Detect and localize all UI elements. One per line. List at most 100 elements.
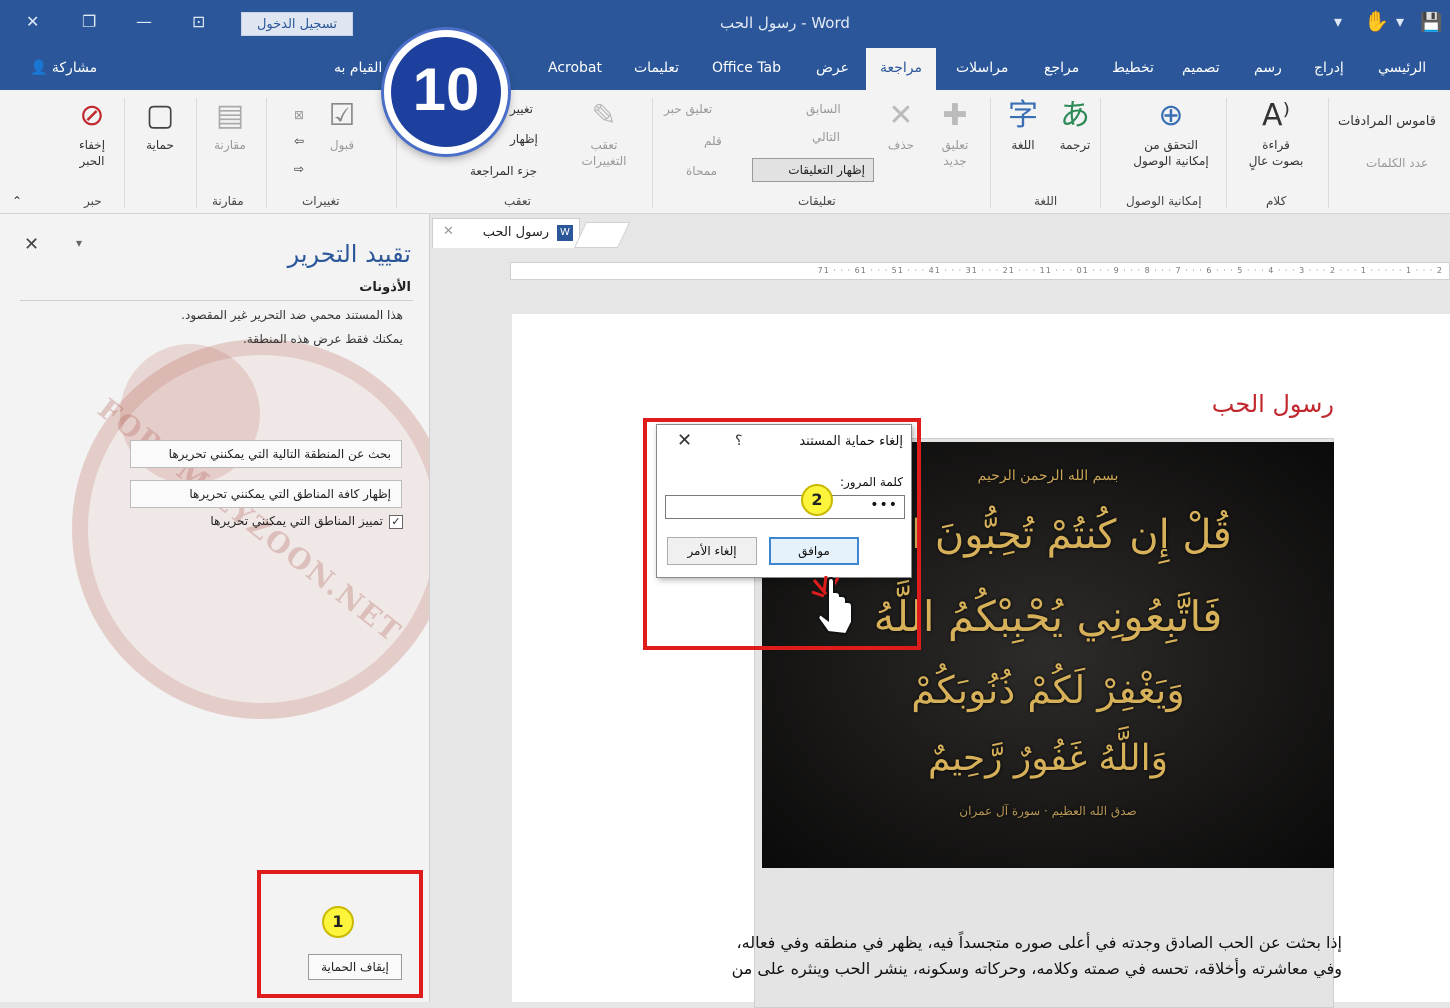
word-doc-icon: W <box>557 225 573 241</box>
ribbon-tabs: 👤 مشاركة القيام به Acrobat تعليمات Offic… <box>0 48 1450 90</box>
hide-ink-button[interactable]: ⊘ إخفاء الحبر <box>62 98 122 169</box>
tell-me-box[interactable]: القيام به <box>334 60 382 76</box>
translate-button[interactable]: あ ترجمة <box>1048 98 1102 154</box>
hand-cursor-icon <box>811 575 853 636</box>
document-tabs: ✕ رسول الحب W <box>430 214 1450 248</box>
speech-group-label: كلام <box>1266 194 1287 208</box>
accessibility-group-label: إمكانية الوصول <box>1126 194 1202 208</box>
compare-group-label: مقارنة <box>212 194 244 208</box>
dropdown-icon[interactable]: ▾ <box>1396 12 1404 31</box>
customize-qat-icon[interactable]: ▾ <box>1334 12 1342 31</box>
comments-group-label: تعليقات <box>798 194 836 208</box>
divider <box>20 300 413 301</box>
ribbon-display-icon[interactable]: ⊡ <box>192 12 205 31</box>
highlight-regions-option[interactable]: ✓ تمييز المناطق التي يمكنني تحريرها <box>210 514 403 529</box>
group-separator <box>990 98 991 208</box>
tab-layout[interactable]: تخطيط <box>1112 60 1154 76</box>
tab-office-tab[interactable]: Office Tab <box>712 60 781 76</box>
title-bar: ✕ ❐ — ⊡ تسجيل الدخول رسول الحب - Word ▾ … <box>0 0 1450 48</box>
highlight-box-dialog <box>643 418 921 650</box>
sign-in-button[interactable]: تسجيل الدخول <box>241 12 353 36</box>
check-accessibility-button[interactable]: ⊕ التحقق من إمكانية الوصول <box>1112 98 1230 169</box>
find-next-region-button[interactable]: بحث عن المنطقة التالية التي يمكنني تحرير… <box>130 440 402 468</box>
track-changes-icon: ✎ <box>591 98 617 133</box>
group-separator <box>652 98 653 208</box>
eraser-button[interactable]: ممحاة <box>686 164 717 178</box>
close-icon[interactable]: ✕ <box>24 234 39 255</box>
new-comment-icon: ✚ <box>942 98 968 133</box>
tab-draw[interactable]: رسم <box>1254 60 1282 76</box>
show-all-regions-button[interactable]: إظهار كافة المناطق التي يمكنني تحريرها <box>130 480 402 508</box>
pane-options-icon[interactable]: ▾ <box>76 236 82 250</box>
body-line: وفي معاشرته وأخلاقه، تحسه في صمته وكلامه… <box>731 959 1342 978</box>
collapse-ribbon-icon[interactable]: ⌃ <box>12 194 22 208</box>
delete-comment-button[interactable]: ✕ حذف <box>876 98 926 154</box>
tab-home[interactable]: الرئيسي <box>1378 60 1426 76</box>
close-icon[interactable]: ✕ <box>26 12 39 31</box>
tab-references[interactable]: مراجع <box>1044 60 1079 76</box>
tab-mailings[interactable]: مراسلات <box>956 60 1008 76</box>
previous-comment-button[interactable]: السابق <box>806 102 841 116</box>
close-tab-icon[interactable]: ✕ <box>443 224 454 239</box>
translate-icon: あ <box>1060 98 1090 133</box>
step-1-marker: 1 <box>322 906 354 938</box>
verse-line-3: وَيَغْفِرْ لَكُمْ ذُنُوبَكُمْ <box>911 668 1185 712</box>
window-title: رسول الحب - Word <box>720 14 850 32</box>
tab-design[interactable]: تصميم <box>1182 60 1220 76</box>
language-icon: 字 <box>1008 98 1038 133</box>
highlight-checkbox[interactable]: ✓ <box>389 514 403 529</box>
group-separator <box>196 98 197 208</box>
pane-title: تقييد التحرير <box>287 240 411 268</box>
step-2-marker: 2 <box>801 484 833 516</box>
protect-button[interactable]: ▢ حماية <box>136 98 184 154</box>
verse-source: صدق الله العظيم · سورة آل عمران <box>959 804 1137 818</box>
minimize-icon[interactable]: — <box>136 12 152 31</box>
changes-group-label: تغييرات <box>302 194 340 208</box>
language-button[interactable]: 字 اللغة <box>996 98 1050 154</box>
share-button[interactable]: 👤 مشاركة <box>30 60 97 76</box>
tracking-group-label: تعقب <box>504 194 531 208</box>
accept-button[interactable]: ☑ قبول <box>322 98 362 154</box>
ink-comment-button[interactable]: تعليق حبر <box>664 102 712 116</box>
permissions-heading: الأذونات <box>359 280 411 295</box>
group-separator <box>266 98 267 208</box>
highlight-label: تمييز المناطق التي يمكنني تحريرها <box>210 514 383 528</box>
protection-note-2: يمكنك فقط عرض هذه المنطقة. <box>242 332 403 346</box>
word-count-button[interactable]: عدد الكلمات <box>1366 156 1428 170</box>
compare-button[interactable]: ▤ مقارنة <box>204 98 256 154</box>
thesaurus-button[interactable]: قاموس المرادفات <box>1338 114 1436 129</box>
tab-view[interactable]: عرض <box>816 60 849 76</box>
read-aloud-icon: A⁾ <box>1262 98 1290 133</box>
verse-line-4: وَاللَّهُ غَفُورٌ رَّحِيمٌ <box>928 738 1168 779</box>
new-comment-button[interactable]: ✚ تعليق جديد <box>928 98 982 169</box>
tab-acrobat[interactable]: Acrobat <box>548 60 602 76</box>
hide-ink-icon: ⊘ <box>79 98 105 133</box>
next-change-icon[interactable]: ⇨ <box>294 162 304 176</box>
document-tab-label: رسول الحب <box>482 225 549 240</box>
group-separator <box>1328 98 1329 208</box>
read-aloud-button[interactable]: A⁾ قراءة بصوت عالٍ <box>1240 98 1312 169</box>
tab-insert[interactable]: إدراج <box>1314 60 1344 76</box>
reviewing-pane-button[interactable]: جزء المراجعة <box>470 164 537 178</box>
previous-change-icon[interactable]: ⇦ <box>294 134 304 148</box>
document-body[interactable]: إذا بحثت عن الحب الصادق وجدته في أعلى صو… <box>652 930 1342 982</box>
ink-button[interactable]: قلم <box>704 134 722 148</box>
touch-mode-icon[interactable]: ✋ <box>1364 9 1389 33</box>
horizontal-ruler[interactable]: 2 · · · 1 · · · · · 1 · · · 2 · · · 3 · … <box>510 262 1450 280</box>
track-changes-button[interactable]: ✎ تعقب التغييرات <box>574 98 634 169</box>
tab-review[interactable]: مراجعة <box>866 48 937 90</box>
tab-help[interactable]: تعليمات <box>634 60 679 76</box>
markup-display-button[interactable]: تغيير <box>510 102 533 116</box>
next-comment-button[interactable]: التالي <box>812 130 840 144</box>
group-separator <box>124 98 125 208</box>
step-10-badge: 10 <box>384 30 508 154</box>
show-markup-button[interactable]: إظهار <box>510 132 538 146</box>
show-comments-button[interactable]: إظهار التعليقات <box>752 158 874 182</box>
reject-icon[interactable]: ⊠ <box>294 108 304 122</box>
new-tab-button[interactable] <box>573 222 631 248</box>
accessibility-check-icon: ⊕ <box>1158 98 1184 133</box>
accept-icon: ☑ <box>328 98 356 133</box>
restore-icon[interactable]: ❐ <box>82 12 96 31</box>
save-icon[interactable]: 💾 <box>1420 12 1442 33</box>
document-tab[interactable]: ✕ رسول الحب W <box>432 218 580 248</box>
